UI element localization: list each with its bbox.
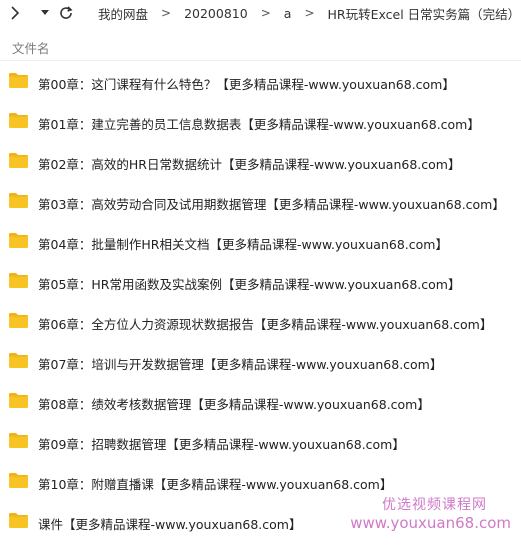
breadcrumb-item-my-drive[interactable]: 我的网盘 <box>98 4 148 23</box>
list-item[interactable]: 第04章：批量制作HR相关文档【更多精品课程-www.youxuan68.com… <box>0 222 521 262</box>
list-item[interactable]: 第02章：高效的HR日常数据统计【更多精品课程-www.youxuan68.co… <box>0 142 521 182</box>
folder-icon <box>8 72 29 89</box>
list-item[interactable]: 第06章：全方位人力资源现状数据报告【更多精品课程-www.youxuan68.… <box>0 302 521 342</box>
file-name: 第07章：培训与开发数据管理【更多精品课程-www.youxuan68.com】 <box>38 357 443 372</box>
breadcrumb: 我的网盘 > 20200810 > a > HR玩转Excel 日常实务篇（完结… <box>98 4 521 22</box>
file-name: 第08章：绩效考核数据管理【更多精品课程-www.youxuan68.com】 <box>38 397 430 412</box>
file-name: 第10章：附赠直播课【更多精品课程-www.youxuan68.com】 <box>38 477 393 492</box>
list-item[interactable]: 第08章：绩效考核数据管理【更多精品课程-www.youxuan68.com】 <box>0 382 521 422</box>
file-name: 课件【更多精品课程-www.youxuan68.com】 <box>38 517 302 532</box>
breadcrumb-separator: > <box>304 6 315 20</box>
caret-down-icon[interactable] <box>36 4 54 22</box>
folder-icon <box>8 192 29 209</box>
refresh-icon[interactable] <box>57 4 75 22</box>
folder-icon <box>8 312 29 329</box>
breadcrumb-item-a[interactable]: a <box>284 6 292 21</box>
folder-icon <box>8 152 29 169</box>
folder-icon <box>8 472 29 489</box>
folder-icon <box>8 272 29 289</box>
folder-icon <box>8 352 29 369</box>
column-header-filename[interactable]: 文件名 <box>12 38 50 57</box>
breadcrumb-item-date-folder[interactable]: 20200810 <box>184 6 248 21</box>
chevron-right-icon[interactable] <box>6 4 24 22</box>
file-list: 第00章：这门课程有什么特色？【更多精品课程-www.youxuan68.com… <box>0 62 521 542</box>
folder-icon <box>8 392 29 409</box>
folder-icon <box>8 432 29 449</box>
folder-icon <box>8 112 29 129</box>
file-name: 第06章：全方位人力资源现状数据报告【更多精品课程-www.youxuan68.… <box>38 317 493 332</box>
breadcrumb-separator: > <box>260 6 271 20</box>
folder-icon <box>8 512 29 529</box>
list-item[interactable]: 第03章：高效劳动合同及试用期数据管理【更多精品课程-www.youxuan68… <box>0 182 521 222</box>
file-name: 第09章：招聘数据管理【更多精品课程-www.youxuan68.com】 <box>38 437 405 452</box>
list-item[interactable]: 课件【更多精品课程-www.youxuan68.com】 <box>0 502 521 542</box>
file-name: 第05章：HR常用函数及实战案例【更多精品课程-www.youxuan68.co… <box>38 277 461 292</box>
file-name: 第03章：高效劳动合同及试用期数据管理【更多精品课程-www.youxuan68… <box>38 197 505 212</box>
breadcrumb-item-course[interactable]: HR玩转Excel 日常实务篇（完结） <box>328 4 521 23</box>
header-divider <box>0 60 521 61</box>
folder-icon <box>8 232 29 249</box>
list-item[interactable]: 第07章：培训与开发数据管理【更多精品课程-www.youxuan68.com】 <box>0 342 521 382</box>
breadcrumb-separator: > <box>161 6 172 20</box>
toolbar: 我的网盘 > 20200810 > a > HR玩转Excel 日常实务篇（完结… <box>0 0 521 26</box>
list-item[interactable]: 第05章：HR常用函数及实战案例【更多精品课程-www.youxuan68.co… <box>0 262 521 302</box>
file-name: 第01章：建立完善的员工信息数据表【更多精品课程-www.youxuan68.c… <box>38 117 480 132</box>
file-name: 第04章：批量制作HR相关文档【更多精品课程-www.youxuan68.com… <box>38 237 448 252</box>
list-item[interactable]: 第01章：建立完善的员工信息数据表【更多精品课程-www.youxuan68.c… <box>0 102 521 142</box>
file-name: 第02章：高效的HR日常数据统计【更多精品课程-www.youxuan68.co… <box>38 157 461 172</box>
list-item[interactable]: 第10章：附赠直播课【更多精品课程-www.youxuan68.com】 <box>0 462 521 502</box>
list-item[interactable]: 第09章：招聘数据管理【更多精品课程-www.youxuan68.com】 <box>0 422 521 462</box>
list-item[interactable]: 第00章：这门课程有什么特色？【更多精品课程-www.youxuan68.com… <box>0 62 521 102</box>
file-name: 第00章：这门课程有什么特色？【更多精品课程-www.youxuan68.com… <box>38 77 455 92</box>
